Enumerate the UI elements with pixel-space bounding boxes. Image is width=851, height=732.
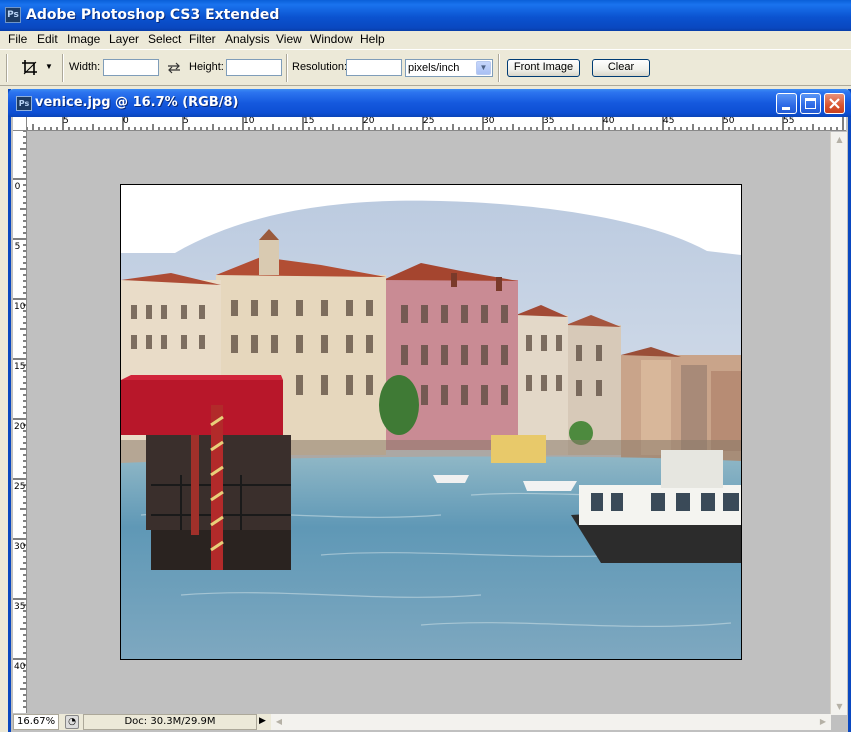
- ruler-label: 40: [603, 117, 615, 126]
- document-title: venice.jpg @ 16.7% (RGB/8): [35, 95, 239, 110]
- options-divider: [62, 54, 64, 82]
- crop-tool-preset[interactable]: ▼: [20, 57, 58, 79]
- chevron-down-icon: ▼: [45, 62, 53, 71]
- options-grip: [6, 54, 8, 82]
- vertical-ruler[interactable]: 0 5 10 15 20 25 30 35 40: [13, 131, 27, 713]
- ruler-label: 30: [483, 117, 495, 126]
- scroll-right-arrow-icon[interactable]: ▶: [815, 714, 831, 730]
- scroll-up-arrow-icon[interactable]: ▲: [832, 132, 847, 148]
- ruler-label: 20: [14, 422, 26, 432]
- menu-view[interactable]: View: [275, 32, 303, 46]
- menu-image[interactable]: Image: [66, 32, 101, 46]
- ruler-label: 15: [303, 117, 315, 126]
- status-settings-icon[interactable]: ◔: [65, 715, 79, 729]
- menu-window[interactable]: Window: [309, 32, 354, 46]
- minimize-button[interactable]: [776, 93, 797, 114]
- document-size-info: Doc: 30.3M/29.9M: [83, 714, 257, 730]
- canvas-area[interactable]: [28, 132, 831, 715]
- height-field[interactable]: [226, 59, 282, 76]
- ruler-label: 35: [14, 602, 26, 612]
- ruler-label: 55: [783, 117, 795, 126]
- resolution-field[interactable]: [346, 59, 402, 76]
- close-icon: [829, 98, 840, 109]
- ruler-label: 10: [243, 117, 255, 126]
- clear-button[interactable]: Clear: [592, 59, 650, 77]
- ruler-label: 25: [423, 117, 435, 126]
- ruler-label: 5: [63, 117, 69, 126]
- chevron-down-icon: ▼: [476, 61, 491, 75]
- document-title-bar[interactable]: Ps venice.jpg @ 16.7% (RGB/8): [8, 89, 851, 117]
- zoom-field[interactable]: 16.67%: [13, 714, 59, 730]
- menu-layer[interactable]: Layer: [108, 32, 140, 46]
- vertical-scrollbar[interactable]: ▲ ▼: [830, 132, 847, 715]
- ruler-label: 35: [543, 117, 555, 126]
- options-divider: [286, 54, 288, 82]
- swap-arrows-icon[interactable]: [167, 62, 181, 74]
- horizontal-scrollbar[interactable]: ◀ ▶: [271, 714, 831, 730]
- width-field[interactable]: [103, 59, 159, 76]
- ruler-label: 0: [14, 182, 21, 192]
- menu-filter[interactable]: Filter: [188, 32, 217, 46]
- menu-edit[interactable]: Edit: [36, 32, 59, 46]
- maximize-icon: [805, 98, 816, 109]
- ruler-label: 45: [663, 117, 675, 126]
- resolution-unit-value: pixels/inch: [408, 62, 460, 74]
- options-divider: [498, 54, 500, 82]
- close-button[interactable]: [824, 93, 845, 114]
- ruler-label: 5: [14, 242, 21, 252]
- photoshop-window: Ps Adobe Photoshop CS3 Extended File Edi…: [0, 0, 851, 732]
- ruler-label: 15: [14, 362, 26, 372]
- ruler-label: 20: [363, 117, 375, 126]
- height-label: Height:: [189, 61, 224, 73]
- options-bar: ▼ Width: Height: Resolution: pixels/inch…: [0, 49, 851, 86]
- app-title: Adobe Photoshop CS3 Extended: [26, 7, 280, 23]
- photoshop-logo-icon: Ps: [16, 96, 32, 111]
- minimize-icon: [782, 107, 790, 110]
- status-bar: 16.67% ◔ Doc: 30.3M/29.9M ▶: [13, 714, 271, 730]
- ruler-label: 50: [723, 117, 735, 126]
- ruler-label: 40: [14, 662, 26, 672]
- resolution-label: Resolution:: [292, 61, 348, 73]
- menu-select[interactable]: Select: [147, 32, 182, 46]
- horizontal-ruler[interactable]: 5 0 5 10 15 20 25 30 35 40 45 50 55: [27, 117, 846, 131]
- ruler-origin[interactable]: [13, 117, 27, 131]
- menu-help[interactable]: Help: [359, 32, 386, 46]
- crop-icon: [22, 60, 37, 75]
- ruler-label: 25: [14, 482, 26, 492]
- maximize-button[interactable]: [800, 93, 821, 114]
- front-image-button[interactable]: Front Image: [507, 59, 580, 77]
- venice-canal-photo: [121, 200, 741, 659]
- menu-file[interactable]: File: [7, 32, 28, 46]
- ruler-label: 30: [14, 542, 26, 552]
- scroll-left-arrow-icon[interactable]: ◀: [271, 714, 287, 730]
- photoshop-logo-icon: Ps: [5, 7, 21, 23]
- ruler-label: 5: [183, 117, 189, 126]
- app-title-bar[interactable]: Ps Adobe Photoshop CS3 Extended: [0, 0, 851, 31]
- status-menu-arrow-icon[interactable]: ▶: [259, 716, 266, 726]
- document-window: Ps venice.jpg @ 16.7% (RGB/8) 5 0 5 10 1…: [8, 89, 851, 732]
- document-canvas[interactable]: [120, 184, 742, 660]
- resolution-unit-select[interactable]: pixels/inch ▼: [405, 59, 493, 77]
- menu-bar: File Edit Image Layer Select Filter Anal…: [0, 31, 851, 49]
- width-label: Width:: [69, 61, 101, 73]
- ruler-label: 0: [123, 117, 129, 126]
- scroll-down-arrow-icon[interactable]: ▼: [832, 699, 847, 715]
- menu-analysis[interactable]: Analysis: [224, 32, 271, 46]
- ruler-label: 10: [14, 302, 26, 312]
